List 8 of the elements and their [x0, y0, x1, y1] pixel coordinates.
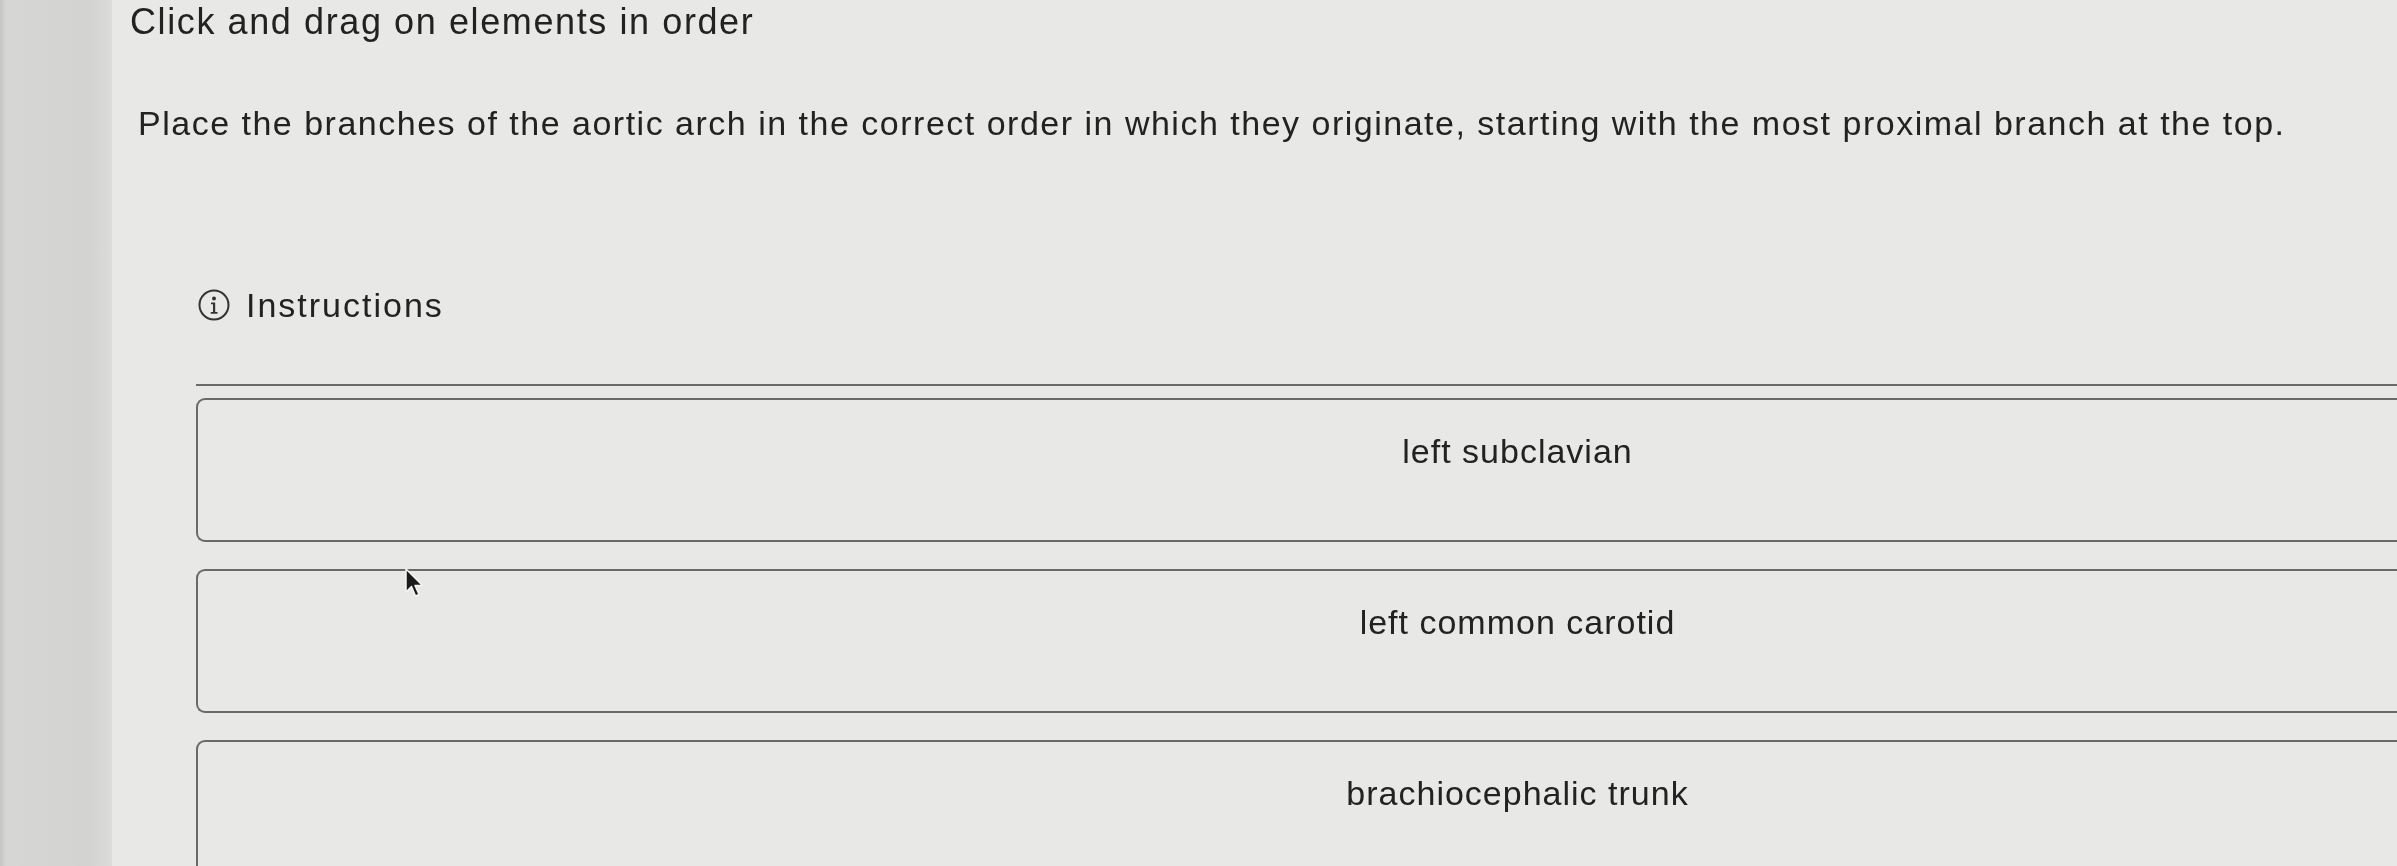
- draggable-item[interactable]: brachiocephalic trunk: [196, 740, 2397, 866]
- question-title: Click and drag on elements in order: [130, 0, 755, 44]
- mouse-pointer-icon: [405, 568, 425, 598]
- draggable-item[interactable]: left subclavian: [196, 398, 2397, 542]
- question-prompt: Place the branches of the aortic arch in the correct order in which they originate, starting with the most proximal branch at the top.: [138, 103, 2286, 144]
- instructions-toggle[interactable]: Instructions: [198, 284, 444, 326]
- info-icon: [198, 289, 230, 321]
- draggable-item[interactable]: left common carotid: [196, 569, 2397, 713]
